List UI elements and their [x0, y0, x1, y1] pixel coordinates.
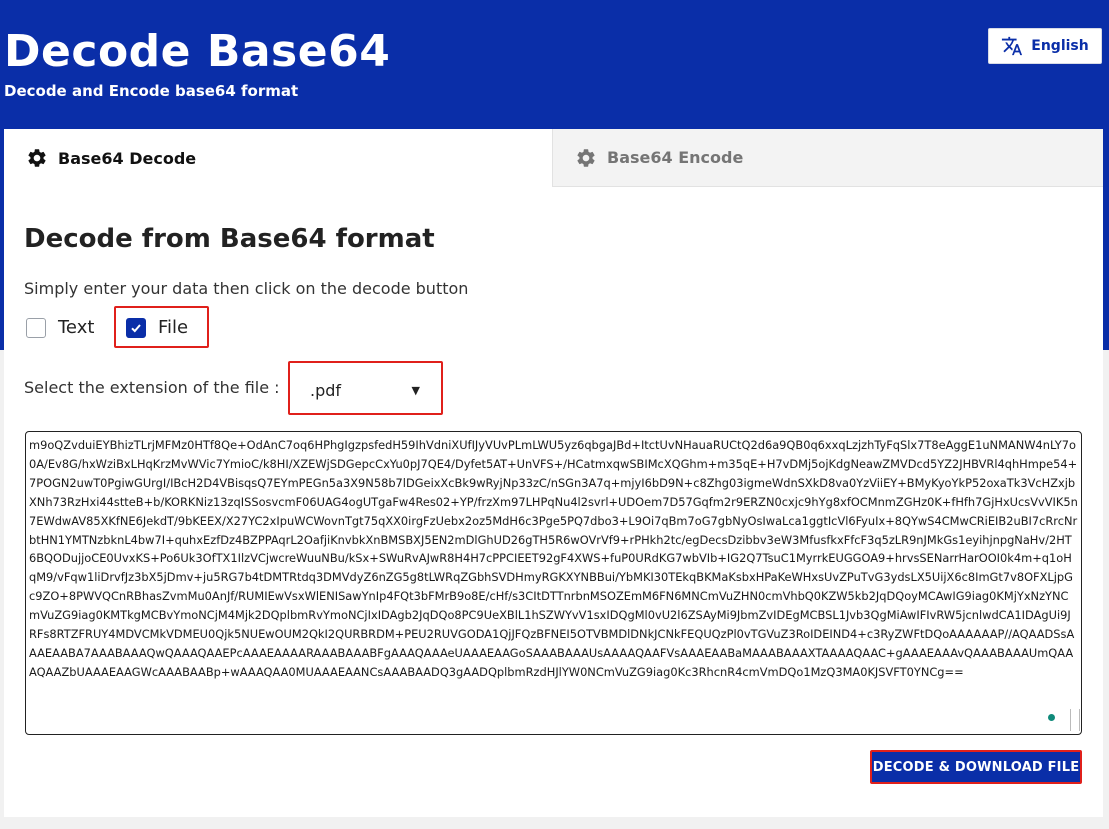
file-checkbox[interactable]: [126, 317, 146, 338]
base64-input[interactable]: m9oQZvduiEYBhizTLrjMFMz0HTf8Qe+OdAnC7oq6…: [25, 431, 1082, 735]
file-option-label: File: [158, 317, 189, 338]
extension-label: Select the extension of the file :: [24, 378, 280, 397]
page-subtitle: Decode and Encode base64 format: [4, 82, 299, 100]
section-title: Decode from Base64 format: [24, 224, 435, 254]
tab-base64-encode[interactable]: Base64 Encode: [552, 129, 1103, 187]
page-title: Decode Base64: [4, 26, 391, 77]
text-checkbox[interactable]: [26, 317, 46, 338]
caret-down-icon: ▼: [411, 383, 420, 397]
extension-value: .pdf: [310, 380, 342, 400]
text-option-label: Text: [58, 317, 95, 338]
resize-handle[interactable]: [1070, 709, 1080, 731]
decode-download-button[interactable]: DECODE & DOWNLOAD FILE: [870, 750, 1082, 784]
checkmark-icon: [131, 323, 141, 332]
translate-icon: [1002, 36, 1023, 56]
extension-select[interactable]: .pdf ▼: [294, 369, 436, 411]
language-button[interactable]: English: [988, 28, 1102, 64]
language-label: English: [1031, 38, 1089, 54]
tab-base64-decode[interactable]: Base64 Decode: [4, 129, 552, 187]
gear-icon: [577, 148, 595, 167]
text-option[interactable]: Text: [26, 317, 94, 338]
tab-label: Base64 Encode: [607, 148, 744, 167]
grammar-indicator-icon: [1048, 714, 1055, 721]
gear-icon: [28, 149, 46, 167]
instruction-text: Simply enter your data then click on the…: [24, 279, 469, 298]
file-option[interactable]: File: [126, 317, 188, 338]
tab-label: Base64 Decode: [58, 148, 197, 168]
main-card: Base64 Decode Base64 Encode Decode from …: [4, 129, 1103, 817]
